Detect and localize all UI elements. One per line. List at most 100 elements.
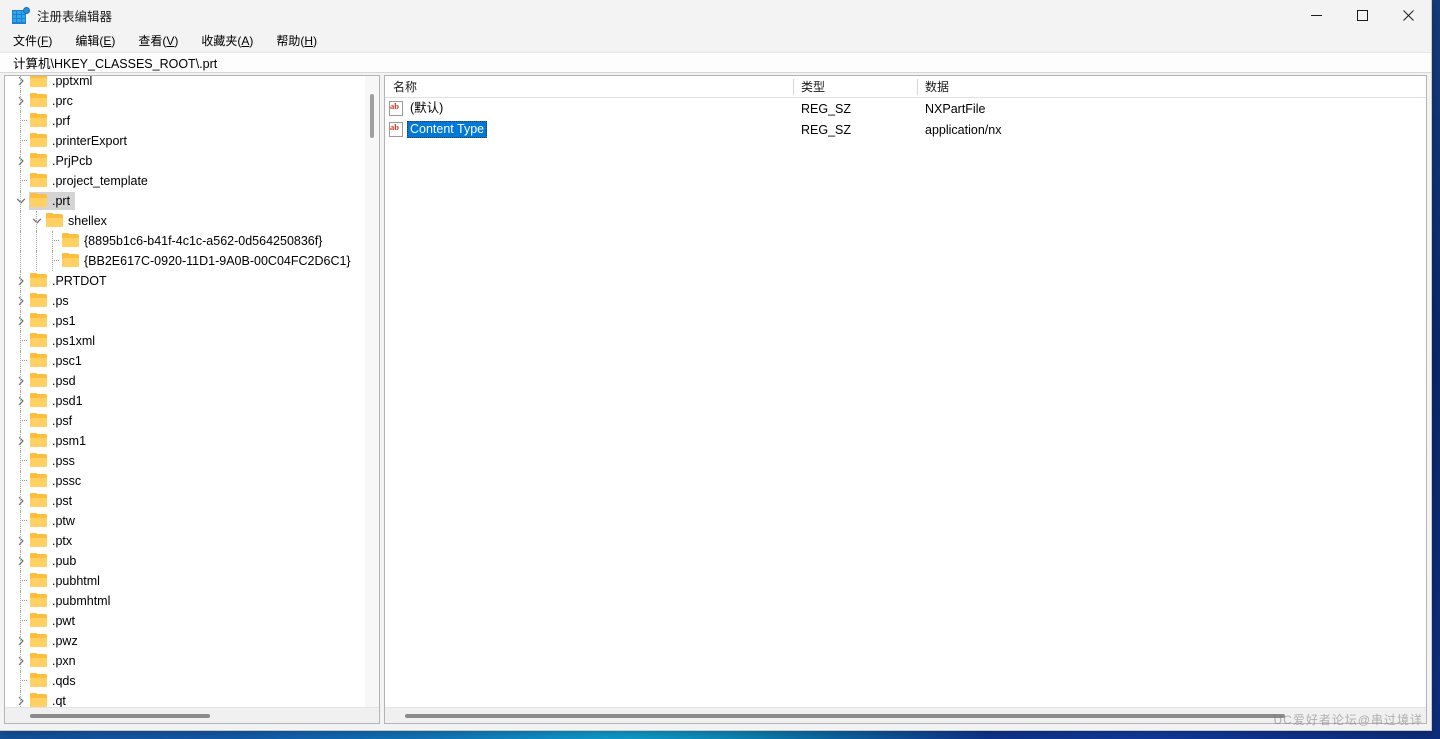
tree-item-content[interactable]: .prc — [29, 92, 78, 110]
chevron-right-icon[interactable] — [13, 531, 29, 551]
chevron-right-icon[interactable] — [13, 651, 29, 671]
tree-item-psm1[interactable]: .psm1 — [5, 431, 365, 451]
menu-file[interactable]: 文件(F) — [13, 33, 59, 51]
tree-item-prc[interactable]: .prc — [5, 91, 365, 111]
tree-item-pub[interactable]: .pub — [5, 551, 365, 571]
tree-item-ptx[interactable]: .ptx — [5, 531, 365, 551]
tree-item-content[interactable]: .pssc — [29, 472, 86, 490]
tree-item-ptw[interactable]: .ptw — [5, 511, 365, 531]
tree-item-content[interactable]: .qt — [29, 692, 71, 707]
tree-item-content[interactable]: .qds — [29, 672, 81, 690]
tree-item-printerexport[interactable]: .printerExport — [5, 131, 365, 151]
tree-item-pxn[interactable]: .pxn — [5, 651, 365, 671]
value-name-cell[interactable]: ab Content Type — [385, 119, 793, 140]
menu-favorites[interactable]: 收藏夹(A) — [201, 33, 260, 51]
tree-item-content[interactable]: .ps — [29, 292, 74, 310]
tree-item-content[interactable]: shellex — [45, 212, 112, 230]
tree-item-content[interactable]: {BB2E617C-0920-11D1-9A0B-00C04FC2D6C1} — [61, 252, 356, 270]
tree-item-pwz[interactable]: .pwz — [5, 631, 365, 651]
tree-item-ps1xml[interactable]: .ps1xml — [5, 331, 365, 351]
tree-item-content[interactable]: .psd — [29, 372, 81, 390]
tree-item-content[interactable]: .psc1 — [29, 352, 87, 370]
tree-item-content[interactable]: .pubmhtml — [29, 592, 115, 610]
minimize-button[interactable] — [1293, 0, 1339, 31]
chevron-down-icon[interactable] — [13, 191, 29, 211]
chevron-right-icon[interactable] — [13, 76, 29, 91]
tree-item-psd[interactable]: .psd — [5, 371, 365, 391]
tree-item-pss[interactable]: .pss — [5, 451, 365, 471]
address-bar[interactable]: 计算机\HKEY_CLASSES_ROOT\.prt — [0, 52, 1431, 73]
tree-item-content[interactable]: .pwt — [29, 612, 80, 630]
tree-vertical-scrollbar[interactable] — [365, 76, 379, 707]
tree-item-pubhtml[interactable]: .pubhtml — [5, 571, 365, 591]
tree-item-8895b1c6-b41f-4c1c-a562-0d564250836f[interactable]: {8895b1c6-b41f-4c1c-a562-0d564250836f} — [5, 231, 365, 251]
tree-item-prjpcb[interactable]: .PrjPcb — [5, 151, 365, 171]
tree-item-content[interactable]: .pst — [29, 492, 77, 510]
tree-horizontal-scrollbar[interactable] — [5, 707, 379, 723]
tree-item-content[interactable]: .ptx — [29, 532, 77, 550]
tree-item-prt[interactable]: .prt — [5, 191, 365, 211]
values-horizontal-scrollbar[interactable] — [385, 707, 1426, 723]
menu-edit[interactable]: 编辑(E) — [75, 33, 122, 51]
column-header-name[interactable]: 名称 — [385, 76, 793, 98]
chevron-right-icon[interactable] — [13, 391, 29, 411]
tree-item-content[interactable]: .psm1 — [29, 432, 91, 450]
tree-item-content[interactable]: .pptxml — [29, 76, 97, 90]
chevron-right-icon[interactable] — [13, 371, 29, 391]
tree-item-content[interactable]: .pwz — [29, 632, 83, 650]
tree-item-content[interactable]: .psd1 — [29, 392, 88, 410]
chevron-right-icon[interactable] — [13, 311, 29, 331]
chevron-right-icon[interactable] — [13, 271, 29, 291]
tree-item-qt[interactable]: .qt — [5, 691, 365, 707]
close-button[interactable] — [1385, 0, 1431, 31]
tree-item-content[interactable]: .ps1xml — [29, 332, 100, 350]
tree-item-content[interactable]: .PrjPcb — [29, 152, 97, 170]
maximize-button[interactable] — [1339, 0, 1385, 31]
chevron-down-icon[interactable] — [29, 211, 45, 231]
tree-item-content[interactable]: .psf — [29, 412, 77, 430]
chevron-right-icon[interactable] — [13, 491, 29, 511]
tree-item-pwt[interactable]: .pwt — [5, 611, 365, 631]
tree-item-psd1[interactable]: .psd1 — [5, 391, 365, 411]
tree-item-shellex[interactable]: shellex — [5, 211, 365, 231]
tree-item-ps[interactable]: .ps — [5, 291, 365, 311]
chevron-right-icon[interactable] — [13, 551, 29, 571]
column-header-data[interactable]: 数据 — [917, 76, 1426, 98]
chevron-right-icon[interactable] — [13, 691, 29, 707]
chevron-right-icon[interactable] — [13, 291, 29, 311]
tree-item-pssc[interactable]: .pssc — [5, 471, 365, 491]
chevron-right-icon[interactable] — [13, 151, 29, 171]
tree-item-qds[interactable]: .qds — [5, 671, 365, 691]
value-name-cell[interactable]: ab (默认) — [385, 98, 793, 119]
value-row[interactable]: ab (默认) REG_SZ NXPartFile — [385, 98, 1426, 119]
tree-item-content[interactable]: .pss — [29, 452, 80, 470]
chevron-right-icon[interactable] — [13, 431, 29, 451]
tree-item-content[interactable]: .project_template — [29, 172, 153, 190]
tree-item-prtdot[interactable]: .PRTDOT — [5, 271, 365, 291]
tree-item-content[interactable]: .PRTDOT — [29, 272, 112, 290]
tree-item-content[interactable]: .prt — [29, 192, 76, 210]
tree-item-content[interactable]: .pxn — [29, 652, 81, 670]
column-header-type[interactable]: 类型 — [793, 76, 917, 98]
tree-item-content[interactable]: .pubhtml — [29, 572, 105, 590]
tree-item-content[interactable]: .pub — [29, 552, 81, 570]
tree-item-content[interactable]: .prf — [29, 112, 75, 130]
tree-item-content[interactable]: .ps1 — [29, 312, 81, 330]
tree-item-content[interactable]: .printerExport — [29, 132, 132, 150]
tree-item-prf[interactable]: .prf — [5, 111, 365, 131]
value-row[interactable]: ab Content Type REG_SZ application/nx — [385, 119, 1426, 140]
tree-item-bb2e617c-0920-11d1-9a0b-00c04fc2d6c1[interactable]: {BB2E617C-0920-11D1-9A0B-00C04FC2D6C1} — [5, 251, 365, 271]
chevron-right-icon[interactable] — [13, 631, 29, 651]
tree-item-ps1[interactable]: .ps1 — [5, 311, 365, 331]
tree-item-pptxml[interactable]: .pptxml — [5, 76, 365, 91]
tree-item-psc1[interactable]: .psc1 — [5, 351, 365, 371]
tree-item-project-template[interactable]: .project_template — [5, 171, 365, 191]
tree-item-pubmhtml[interactable]: .pubmhtml — [5, 591, 365, 611]
tree-item-content[interactable]: .ptw — [29, 512, 80, 530]
tree-item-psf[interactable]: .psf — [5, 411, 365, 431]
chevron-right-icon[interactable] — [13, 91, 29, 111]
menu-view[interactable]: 查看(V) — [138, 33, 185, 51]
tree-item-pst[interactable]: .pst — [5, 491, 365, 511]
menu-help[interactable]: 帮助(H) — [276, 33, 324, 51]
tree-item-content[interactable]: {8895b1c6-b41f-4c1c-a562-0d564250836f} — [61, 232, 327, 250]
